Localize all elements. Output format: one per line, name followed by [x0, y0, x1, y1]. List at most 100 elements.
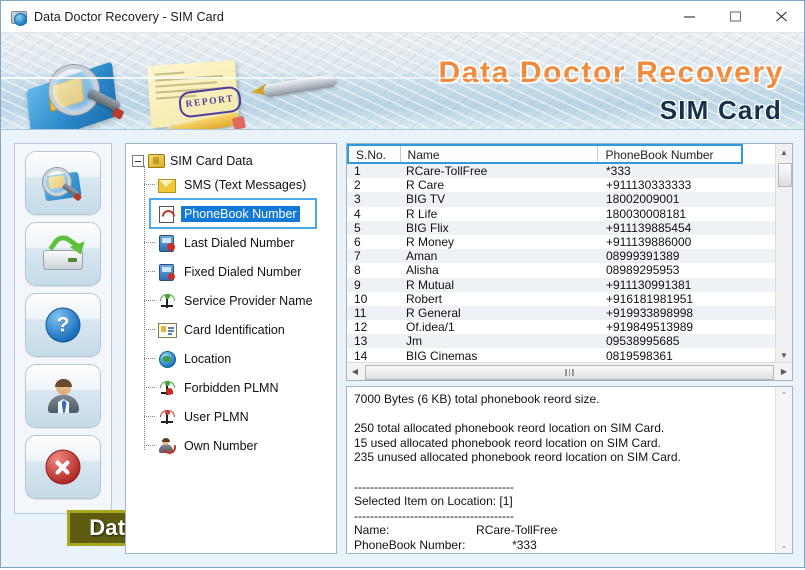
details-panel: 7000 Bytes (6 KB) total phonebook reord …	[346, 386, 793, 554]
table-row[interactable]: 8Alisha08989295953	[347, 263, 776, 277]
red-close-circle-icon	[46, 450, 81, 485]
table-row[interactable]: 9R Mutual+911130991381	[347, 278, 776, 292]
table-vertical-scrollbar[interactable]: ▲ ▼	[775, 144, 792, 363]
sim-chip-icon	[148, 154, 165, 168]
tree-item-sms[interactable]: SMS (Text Messages)	[144, 170, 336, 199]
window-controls	[666, 1, 804, 32]
cell-name: BIG Flix	[399, 221, 599, 235]
tree-item-service-provider-name[interactable]: Service Provider Name	[144, 286, 336, 315]
horizontal-scroll-thumb[interactable]	[365, 365, 774, 380]
cell-sno: 12	[347, 320, 399, 334]
cell-phonebook-number: +911139886000	[599, 235, 743, 249]
cell-sno: 9	[347, 278, 399, 292]
title-bar: Data Doctor Recovery - SIM Card	[1, 1, 804, 33]
scroll-up-arrow-icon[interactable]: ▲	[776, 144, 792, 160]
scroll-down-arrow-icon[interactable]: ▼	[776, 347, 792, 363]
window-title: Data Doctor Recovery - SIM Card	[34, 10, 224, 24]
tree-item-own-number[interactable]: Own Number	[144, 431, 336, 460]
table-row[interactable]: 6R Money+911139886000	[347, 235, 776, 249]
table-row[interactable]: 3BIG TV18002009001	[347, 192, 776, 206]
cell-sno: 8	[347, 263, 399, 277]
cell-name: R Mutual	[399, 278, 599, 292]
maximize-button[interactable]	[712, 1, 758, 32]
exit-button[interactable]	[25, 435, 101, 499]
tree-item-location[interactable]: Location	[144, 344, 336, 373]
details-vertical-scrollbar[interactable]: ⌃ ⌄	[775, 387, 792, 553]
table-row[interactable]: 7Aman08999391389	[347, 249, 776, 263]
user-person-icon	[46, 379, 80, 413]
cell-name: Alisha	[399, 263, 599, 277]
column-header-name[interactable]: Name	[401, 146, 599, 162]
cell-name: R General	[399, 306, 599, 320]
scroll-left-arrow-icon[interactable]: ◀	[347, 367, 363, 376]
tree-item-label: Forbidden PLMN	[181, 380, 282, 396]
column-header-sno[interactable]: S.No.	[349, 146, 401, 162]
about-button[interactable]	[25, 364, 101, 428]
toolbar-sidebar: ?	[14, 143, 112, 514]
tree-item-phonebook-number[interactable]: PhoneBook Number	[150, 199, 316, 228]
minimize-button[interactable]	[666, 1, 712, 32]
cell-name: Jm	[399, 334, 599, 348]
help-button[interactable]: ?	[25, 293, 101, 357]
sim-data-tree[interactable]: SIM Card Data SMS (Text Messages) PhoneB…	[125, 143, 337, 554]
tree-item-last-dialed-number[interactable]: Last Dialed Number	[144, 228, 336, 257]
scan-sim-card-button[interactable]	[25, 151, 101, 215]
table-row[interactable]: 13Jm09538995685	[347, 334, 776, 348]
column-header-phonebook-number[interactable]: PhoneBook Number	[598, 146, 741, 162]
cell-name: Aman	[399, 249, 599, 263]
question-mark-icon: ?	[46, 308, 81, 343]
table-row[interactable]: 4R Life180030008181	[347, 207, 776, 221]
banner-title: Data Doctor Recovery	[439, 56, 784, 90]
table-row[interactable]: 11R General+919933898998	[347, 306, 776, 320]
cell-name: R Money	[399, 235, 599, 249]
tree-item-forbidden-plmn[interactable]: Forbidden PLMN	[144, 373, 336, 402]
details-scroll-up-icon[interactable]: ⌃	[776, 387, 792, 403]
antenna-forbidden-icon	[158, 379, 175, 396]
close-button[interactable]	[758, 1, 804, 32]
cell-name: BIG Cinemas	[399, 349, 599, 363]
table-header-row: S.No. Name PhoneBook Number	[347, 144, 743, 164]
table-row[interactable]: 10Robert+916181981951	[347, 292, 776, 306]
scroll-right-arrow-icon[interactable]: ▶	[776, 367, 792, 376]
cell-phonebook-number: +919849513989	[599, 320, 743, 334]
phone-red-icon	[158, 234, 175, 251]
globe-icon	[158, 350, 175, 367]
table-row[interactable]: 2R Care+911130333333	[347, 178, 776, 192]
vertical-scroll-thumb[interactable]	[778, 163, 792, 187]
banner-pen-icon	[262, 73, 337, 97]
cell-phonebook-number: +911130333333	[599, 178, 743, 192]
cell-phonebook-number: 18002009001	[599, 192, 743, 206]
tree-item-label: Fixed Dialed Number	[181, 264, 304, 280]
details-scroll-down-icon[interactable]: ⌄	[776, 537, 792, 553]
cell-name: BIG TV	[399, 192, 599, 206]
collapse-expander-icon[interactable]	[132, 155, 144, 167]
table-row[interactable]: 1RCare-TollFree*333	[347, 164, 776, 178]
phonebook-icon	[158, 205, 175, 222]
antenna-red-icon	[158, 408, 175, 425]
tree-item-card-identification[interactable]: Card Identification	[144, 315, 336, 344]
tree-item-user-plmn[interactable]: User PLMN	[144, 402, 336, 431]
banner-subtitle: SIM Card	[660, 95, 782, 126]
save-recovered-data-button[interactable]	[25, 222, 101, 286]
table-row[interactable]: 14BIG Cinemas0819598361	[347, 348, 776, 362]
cell-sno: 7	[347, 249, 399, 263]
tree-item-label: SMS (Text Messages)	[181, 177, 309, 193]
horizontal-scroll-track[interactable]	[363, 364, 776, 379]
table-row[interactable]: 12Of.idea/1+919849513989	[347, 320, 776, 334]
tree-item-label: Last Dialed Number	[181, 235, 297, 251]
table-horizontal-scrollbar[interactable]: ◀ ▶	[347, 362, 792, 380]
cell-name: RCare-TollFree	[399, 164, 599, 178]
table-row[interactable]: 5BIG Flix+911139885454	[347, 221, 776, 235]
banner-pencil-eraser-icon	[232, 116, 246, 130]
cell-phonebook-number: 08999391389	[599, 249, 743, 263]
banner-magnifier-tip-icon	[112, 107, 125, 120]
cell-phonebook-number: +911139885454	[599, 221, 743, 235]
table-body[interactable]: 1RCare-TollFree*3332R Care+9111303333333…	[347, 164, 776, 363]
cell-phonebook-number: *333	[599, 164, 743, 178]
tree-root-label: SIM Card Data	[170, 154, 253, 168]
tree-item-label: User PLMN	[181, 409, 252, 425]
tree-item-fixed-dialed-number[interactable]: Fixed Dialed Number	[144, 257, 336, 286]
sim-card-magnifier-icon	[40, 166, 86, 200]
tree-root-node[interactable]: SIM Card Data	[132, 152, 336, 170]
minimize-icon	[683, 11, 696, 22]
